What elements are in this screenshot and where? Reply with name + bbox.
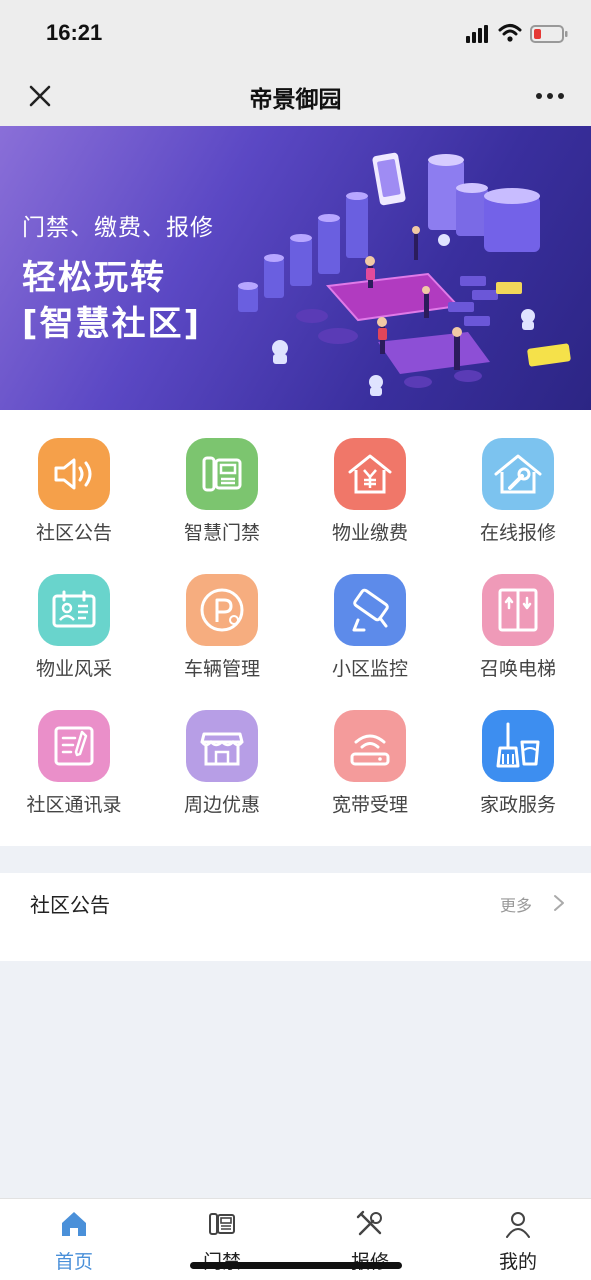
tab-label: 我的 xyxy=(498,1251,537,1273)
grid-item-community-notice[interactable]: 社区公告 xyxy=(0,410,148,544)
banner-headline-line1: 轻松玩转 xyxy=(22,258,166,298)
home-icon xyxy=(62,1212,86,1236)
grid-item-label: 社区通讯录 xyxy=(26,794,122,816)
tab-home[interactable]: 首页 xyxy=(0,1199,148,1280)
grid-item-nearby-deals[interactable]: 周边优惠 xyxy=(148,682,296,816)
grid-item-label: 物业缴费 xyxy=(331,522,408,544)
tab-label: 门禁 xyxy=(148,1247,296,1274)
parking-icon xyxy=(186,574,258,646)
feature-grid: 社区公告 智慧门禁 物业缴费 在线报修 物业风采 车辆管理 小区监控 召唤电梯 … xyxy=(0,410,591,846)
grid-item-label: 在线报修 xyxy=(479,522,556,544)
grid-item-property-showcase[interactable]: 物业风采 xyxy=(0,546,148,680)
nav-bar: 帝景御园 xyxy=(0,66,591,126)
grid-item-property-fee[interactable]: 物业缴费 xyxy=(296,410,444,544)
tools-icon xyxy=(356,1210,382,1236)
grid-item-label: 车辆管理 xyxy=(183,658,260,680)
grid-item-label: 家政服务 xyxy=(479,794,556,816)
address-book-icon xyxy=(38,710,110,782)
grid-item-label: 小区监控 xyxy=(331,658,408,680)
tab-label: 报修 xyxy=(296,1247,444,1274)
page-title: 帝景御园 xyxy=(249,87,342,113)
tab-profile[interactable]: 我的 xyxy=(444,1199,591,1280)
wrench-house-icon xyxy=(482,438,554,510)
elevator-icon xyxy=(482,574,554,646)
notice-section-title: 社区公告 xyxy=(30,893,110,917)
battery-icon xyxy=(530,25,568,43)
grid-item-broadband[interactable]: 宽带受理 xyxy=(296,682,444,816)
notice-more-link[interactable]: 更多 xyxy=(500,892,532,916)
grid-item-label: 物业风采 xyxy=(35,658,112,680)
yuan-house-icon xyxy=(334,438,406,510)
door-phone-icon xyxy=(186,438,258,510)
broom-icon xyxy=(482,710,554,782)
status-time: 16:21 xyxy=(46,20,103,45)
signal-icon xyxy=(466,25,488,43)
grid-item-address-book[interactable]: 社区通讯录 xyxy=(0,682,148,816)
status-bar: 16:21 xyxy=(0,0,591,66)
tab-label: 首页 xyxy=(54,1251,93,1273)
grid-item-label: 周边优惠 xyxy=(183,794,260,816)
grid-item-label: 智慧门禁 xyxy=(183,522,260,544)
more-icon[interactable] xyxy=(534,88,566,104)
router-icon xyxy=(334,710,406,782)
camera-icon xyxy=(334,574,406,646)
grid-item-housekeeping[interactable]: 家政服务 xyxy=(444,682,591,816)
wifi-icon xyxy=(498,24,522,42)
store-icon xyxy=(186,710,258,782)
grid-item-label: 社区公告 xyxy=(35,522,112,544)
speaker-icon xyxy=(38,438,110,510)
user-icon xyxy=(506,1212,530,1238)
grid-item-smart-access[interactable]: 智慧门禁 xyxy=(148,410,296,544)
notice-section: 社区公告 更多 xyxy=(0,873,591,961)
grid-item-label: 召唤电梯 xyxy=(479,658,556,680)
grid-item-vehicle-management[interactable]: 车辆管理 xyxy=(148,546,296,680)
chevron-right-icon[interactable] xyxy=(552,893,566,913)
banner-subtitle: 门禁、缴费、报修 xyxy=(22,215,214,241)
smart-community-illustration xyxy=(238,152,571,396)
grid-item-label: 宽带受理 xyxy=(331,794,408,816)
promo-banner[interactable]: 门禁、缴费、报修 轻松玩转 [智慧社区] xyxy=(0,126,591,410)
id-card-icon xyxy=(38,574,110,646)
banner-headline-line2: [智慧社区] xyxy=(22,304,202,344)
grid-item-online-repair[interactable]: 在线报修 xyxy=(444,410,591,544)
grid-item-surveillance[interactable]: 小区监控 xyxy=(296,546,444,680)
grid-item-call-elevator[interactable]: 召唤电梯 xyxy=(444,546,591,680)
home-indicator xyxy=(190,1262,402,1269)
door-phone-icon xyxy=(209,1213,235,1235)
